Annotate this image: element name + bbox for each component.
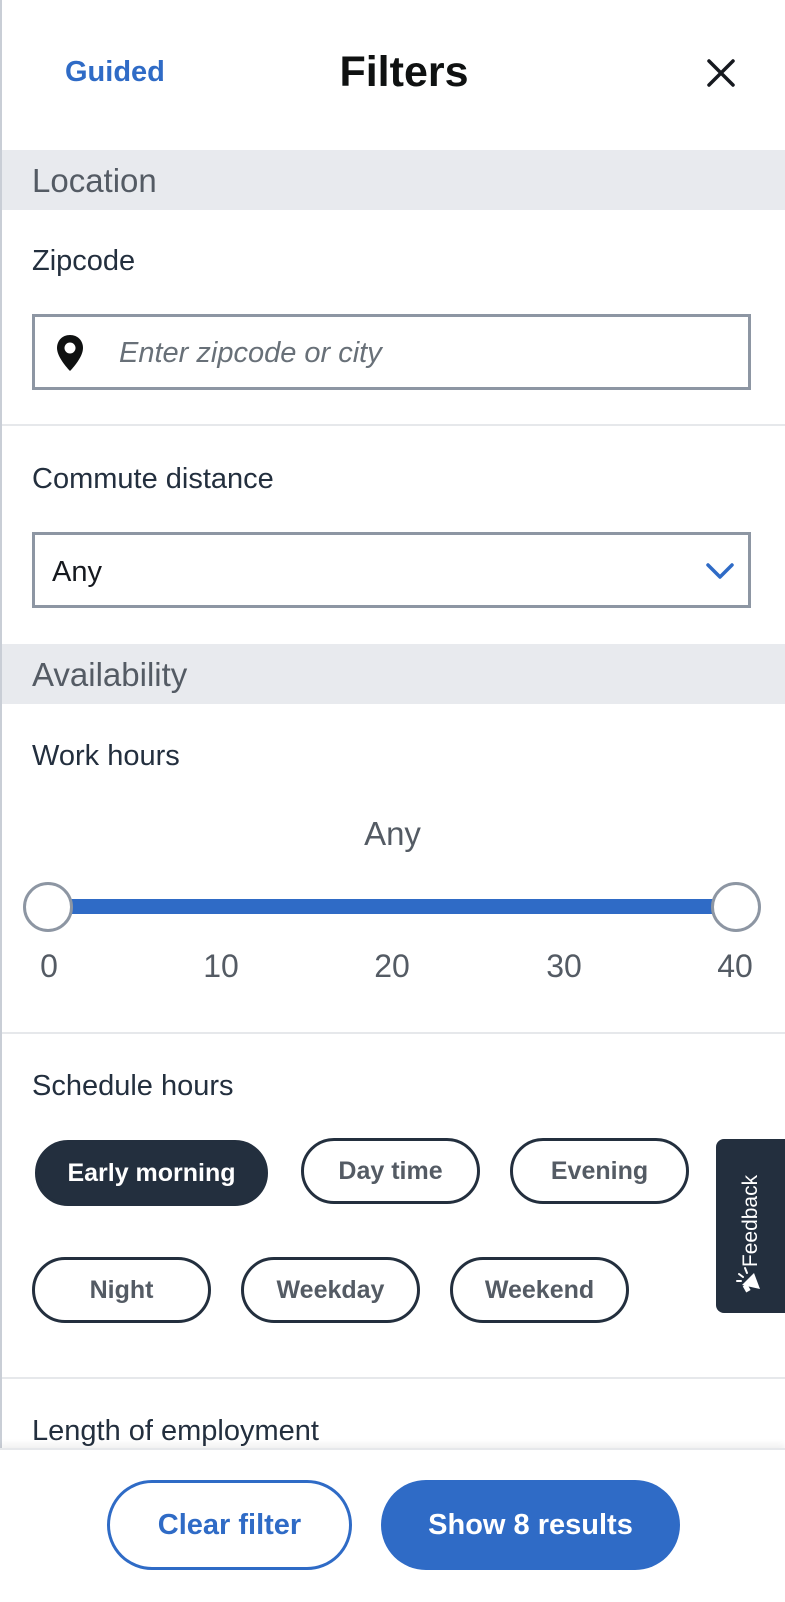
work-hours-label: Work hours: [32, 740, 180, 772]
filters-footer: Clear filter Show 8 results: [0, 1448, 785, 1602]
feedback-label: Feedback: [739, 1174, 762, 1268]
show-results-button[interactable]: Show 8 results: [381, 1480, 680, 1570]
slider-tick-label: 20: [374, 948, 410, 984]
work-hours-max-handle[interactable]: [711, 882, 761, 932]
slider-tick-label: 40: [717, 948, 753, 984]
clear-filter-button[interactable]: Clear filter: [107, 1480, 352, 1570]
location-section-title: Location: [32, 162, 157, 199]
chip-day-time[interactable]: Day time: [301, 1138, 480, 1204]
divider: [2, 1377, 785, 1379]
chip-night[interactable]: Night: [32, 1257, 211, 1323]
divider: [2, 1032, 785, 1034]
location-pin-icon: [57, 335, 83, 371]
chip-weekday[interactable]: Weekday: [241, 1257, 420, 1323]
commute-distance-select[interactable]: Any: [32, 532, 751, 608]
close-button[interactable]: [704, 56, 738, 90]
chip-evening[interactable]: Evening: [510, 1138, 689, 1204]
schedule-hours-label: Schedule hours: [32, 1070, 234, 1102]
feedback-tab[interactable]: Feedback: [716, 1139, 785, 1313]
zipcode-placeholder: Enter zipcode or city: [119, 337, 382, 369]
chip-weekend[interactable]: Weekend: [450, 1257, 629, 1323]
slider-tick-label: 10: [203, 948, 239, 984]
work-hours-slider-track[interactable]: [48, 899, 738, 914]
filters-header: Guided Filters: [0, 0, 785, 150]
availability-section-header: Availability: [2, 644, 785, 704]
commute-distance-label: Commute distance: [32, 463, 274, 495]
work-hours-min-handle[interactable]: [23, 882, 73, 932]
close-icon: [707, 59, 735, 87]
zipcode-input[interactable]: Enter zipcode or city: [32, 314, 751, 390]
panel-left-edge: [0, 0, 2, 1600]
page-title: Filters: [339, 48, 469, 96]
chevron-down-icon: [706, 563, 734, 579]
location-section-header: Location: [2, 150, 785, 210]
zipcode-label: Zipcode: [32, 245, 136, 277]
availability-section-title: Availability: [32, 656, 188, 693]
length-of-employment-label: Length of employment: [32, 1415, 319, 1447]
commute-distance-value: Any: [52, 556, 102, 588]
work-hours-value: Any: [364, 815, 421, 852]
slider-tick-label: 30: [546, 948, 582, 984]
divider: [2, 424, 785, 426]
megaphone-icon: [736, 1267, 760, 1293]
slider-tick-label: 0: [40, 948, 58, 984]
chip-early-morning[interactable]: Early morning: [35, 1140, 268, 1206]
